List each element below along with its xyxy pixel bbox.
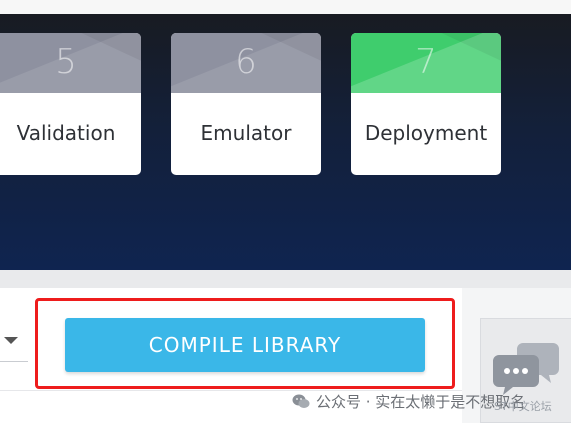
step-card-deployment[interactable]: 7 Deployment bbox=[351, 33, 501, 175]
wechat-icon bbox=[292, 394, 310, 408]
step-number: 7 bbox=[415, 42, 437, 82]
top-strip bbox=[0, 0, 571, 14]
step-label: Deployment bbox=[364, 121, 488, 145]
watermark: 公众号 · 实在太懒于是不想取名 bbox=[292, 390, 525, 412]
step-card-header: 5 bbox=[0, 33, 141, 93]
watermark-subtext: ST中文论坛 bbox=[494, 400, 552, 413]
step-label: Validation bbox=[16, 121, 116, 145]
step-number: 5 bbox=[55, 42, 77, 82]
step-label: Emulator bbox=[200, 121, 292, 145]
chevron-down-icon[interactable] bbox=[4, 337, 18, 344]
step-card-header: 6 bbox=[171, 33, 321, 93]
step-card-emulator[interactable]: 6 Emulator bbox=[171, 33, 321, 175]
dropdown-underline bbox=[0, 361, 28, 362]
step-number: 6 bbox=[235, 42, 257, 82]
section-divider bbox=[0, 270, 571, 288]
highlight-annotation-box bbox=[35, 298, 455, 389]
app-root: 5 Validation 6 Emulator 7 Deployment COM… bbox=[0, 0, 571, 423]
step-card-validation[interactable]: 5 Validation bbox=[0, 33, 141, 175]
step-card-header-active: 7 bbox=[351, 33, 501, 93]
